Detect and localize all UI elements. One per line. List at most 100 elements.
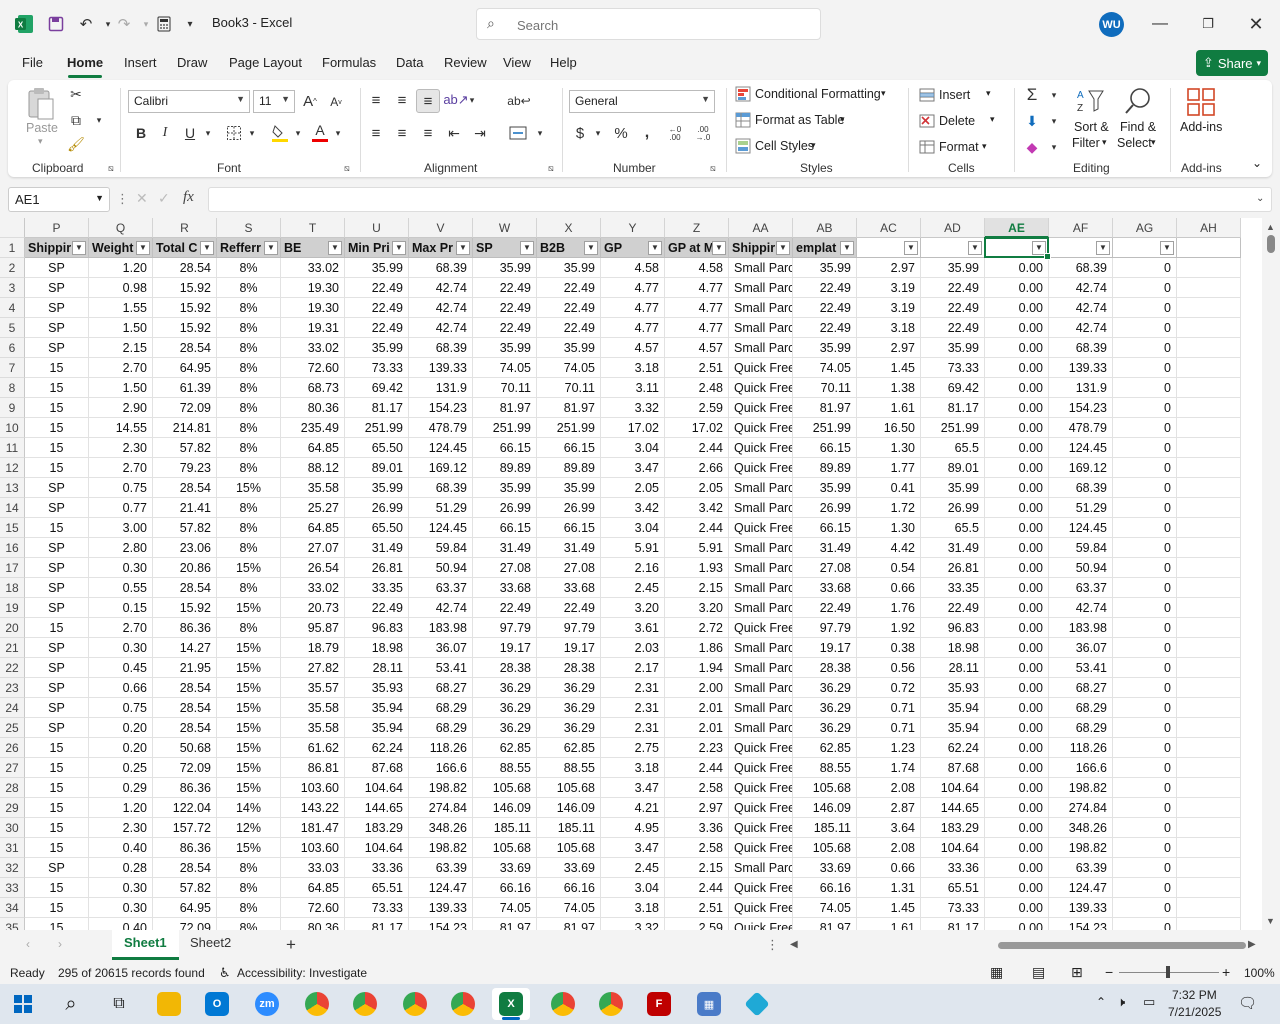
row-header[interactable]: 3 — [0, 278, 25, 298]
table-cell[interactable]: Small Parc — [729, 698, 793, 718]
table-cell[interactable]: 2.80 — [89, 538, 153, 558]
table-cell[interactable]: 64.85 — [281, 878, 345, 898]
table-cell[interactable]: Small Parc — [729, 258, 793, 278]
table-cell[interactable]: 139.33 — [1049, 898, 1113, 918]
table-cell[interactable]: 68.73 — [281, 378, 345, 398]
table-cell[interactable]: 35.94 — [345, 718, 409, 738]
table-cell[interactable]: 28.54 — [153, 338, 217, 358]
table-cell[interactable]: SP — [25, 678, 89, 698]
table-cell[interactable]: 8% — [217, 358, 281, 378]
table-cell[interactable]: 185.11 — [473, 818, 537, 838]
table-cell[interactable]: 15.92 — [153, 318, 217, 338]
table-cell[interactable]: 4.77 — [601, 298, 665, 318]
table-cell[interactable]: 35.58 — [281, 698, 345, 718]
format-cells-button[interactable]: Format — [939, 140, 979, 154]
table-cell[interactable]: 50.68 — [153, 738, 217, 758]
table-cell[interactable]: 8% — [217, 578, 281, 598]
table-cell[interactable]: 0.00 — [985, 278, 1049, 298]
table-cell[interactable]: 183.98 — [409, 618, 473, 638]
table-cell[interactable]: 5.91 — [601, 538, 665, 558]
table-cell[interactable]: Small Parc — [729, 598, 793, 618]
table-cell[interactable]: 35.94 — [921, 698, 985, 718]
table-cell[interactable]: 35.94 — [345, 698, 409, 718]
paste-dropdown-icon[interactable]: ▾ — [38, 136, 43, 147]
row-header[interactable]: 23 — [0, 678, 25, 698]
table-cell[interactable]: 97.79 — [473, 618, 537, 638]
orientation-dropdown-icon[interactable]: ▾ — [466, 90, 478, 110]
table-cell[interactable] — [1177, 798, 1241, 818]
table-cell[interactable]: 0.41 — [857, 478, 921, 498]
chrome-profile-3-icon[interactable] — [396, 988, 434, 1020]
table-cell[interactable]: 251.99 — [921, 418, 985, 438]
table-cell[interactable]: 88.55 — [537, 758, 601, 778]
table-cell[interactable]: 73.33 — [345, 898, 409, 918]
table-cell[interactable]: 2.72 — [665, 618, 729, 638]
table-cell[interactable]: 0 — [1113, 858, 1177, 878]
table-cell[interactable]: 36.29 — [473, 718, 537, 738]
tab-insert[interactable]: Insert — [124, 55, 157, 70]
table-cell[interactable]: SP — [25, 278, 89, 298]
column-header-y[interactable]: Y — [601, 218, 665, 238]
chevron-down-icon[interactable]: ▾ — [986, 88, 991, 99]
table-cell[interactable]: 19.17 — [793, 638, 857, 658]
sheet-tab-sheet1[interactable]: Sheet1 — [112, 930, 179, 960]
table-cell[interactable]: 0.00 — [985, 818, 1049, 838]
table-cell[interactable]: 0.00 — [985, 458, 1049, 478]
table-cell[interactable]: 68.39 — [1049, 258, 1113, 278]
table-cell[interactable]: Quick Free — [729, 838, 793, 858]
table-cell[interactable]: 81.17 — [345, 398, 409, 418]
table-cell[interactable]: 18.98 — [921, 638, 985, 658]
table-cell[interactable]: 35.99 — [921, 258, 985, 278]
table-cell[interactable] — [1177, 638, 1241, 658]
fill-color-icon[interactable] — [270, 122, 290, 144]
table-cell[interactable]: 15% — [217, 638, 281, 658]
table-cell[interactable]: 36.29 — [793, 698, 857, 718]
table-cell[interactable]: 26.81 — [921, 558, 985, 578]
table-cell[interactable]: 8% — [217, 378, 281, 398]
table-cell[interactable]: 22.49 — [921, 598, 985, 618]
table-cell[interactable]: 1.31 — [857, 878, 921, 898]
table-cell[interactable]: 16.50 — [857, 418, 921, 438]
column-header-ad[interactable]: AD — [921, 218, 985, 238]
table-cell[interactable]: 166.6 — [1049, 758, 1113, 778]
find-select-label-1[interactable]: Find & — [1120, 120, 1156, 134]
table-cell[interactable]: 3.18 — [601, 758, 665, 778]
table-cell[interactable]: 86.36 — [153, 778, 217, 798]
table-cell[interactable]: 105.68 — [537, 838, 601, 858]
table-cell[interactable]: 15 — [25, 438, 89, 458]
table-cell[interactable]: 68.29 — [1049, 718, 1113, 738]
table-cell[interactable]: 22.49 — [345, 318, 409, 338]
table-cell[interactable]: 118.26 — [409, 738, 473, 758]
table-cell[interactable]: 0.40 — [89, 918, 153, 930]
table-cell[interactable]: 35.58 — [281, 718, 345, 738]
copy-icon[interactable]: ⧉ — [66, 110, 86, 130]
table-cell[interactable]: 36.29 — [473, 698, 537, 718]
table-cell[interactable]: 0.00 — [985, 598, 1049, 618]
table-cell[interactable]: 64.85 — [281, 438, 345, 458]
column-header-t[interactable]: T — [281, 218, 345, 238]
borders-icon[interactable] — [224, 123, 244, 143]
table-cell[interactable] — [1177, 298, 1241, 318]
table-cell[interactable]: SP — [25, 858, 89, 878]
table-cell[interactable] — [1177, 278, 1241, 298]
table-cell[interactable]: 0 — [1113, 698, 1177, 718]
user-avatar[interactable]: WU — [1099, 12, 1124, 37]
table-cell[interactable]: 15 — [25, 778, 89, 798]
save-icon[interactable] — [44, 12, 68, 36]
table-cell[interactable]: 1.61 — [857, 918, 921, 930]
chrome-profile-5-icon[interactable] — [544, 988, 582, 1020]
table-cell[interactable]: 0 — [1113, 558, 1177, 578]
table-cell[interactable]: 0.00 — [985, 558, 1049, 578]
table-cell[interactable]: 2.08 — [857, 838, 921, 858]
table-cell[interactable]: 70.11 — [793, 378, 857, 398]
table-cell[interactable]: 0.30 — [89, 638, 153, 658]
page-layout-view-icon[interactable]: ▤ — [1032, 964, 1045, 981]
table-cell[interactable] — [1177, 818, 1241, 838]
table-cell[interactable]: 1.72 — [857, 498, 921, 518]
table-cell[interactable]: 0.66 — [89, 678, 153, 698]
table-cell[interactable]: 27.08 — [793, 558, 857, 578]
autosum-icon[interactable]: Σ — [1022, 85, 1042, 105]
table-cell[interactable]: 53.41 — [409, 658, 473, 678]
table-cell[interactable]: 144.65 — [921, 798, 985, 818]
tab-data[interactable]: Data — [396, 55, 423, 70]
